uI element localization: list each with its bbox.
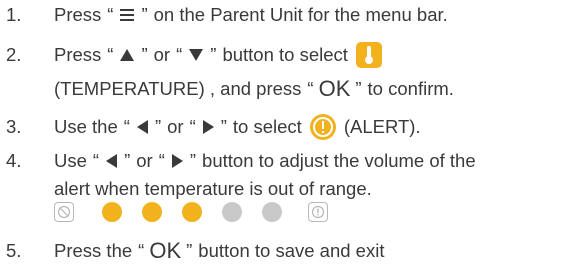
step-5: 5. Press the “ OK ” button to save and e… — [0, 236, 573, 266]
quote-close: ” — [141, 44, 148, 65]
or-text: or — [153, 44, 171, 65]
thermometer-icon — [355, 42, 382, 68]
quote-close: ” — [189, 150, 197, 171]
left-triangle-icon — [136, 120, 148, 134]
step-text: alert when temperature is out of range. — [54, 178, 372, 199]
volume-dot — [142, 202, 162, 222]
menu-icon — [120, 9, 135, 21]
or-text: or — [136, 150, 153, 171]
quote-close: ” — [154, 116, 162, 137]
quote-open: “ — [123, 116, 130, 137]
step-number: 5. — [6, 240, 22, 261]
step-text: Press — [54, 44, 102, 65]
step-4: 4. Use “ ” or “ ” button to adjust the v… — [0, 146, 573, 176]
right-triangle-icon — [171, 154, 183, 168]
quote-close: ” — [210, 44, 217, 65]
step-number: 1. — [6, 4, 22, 25]
left-triangle-icon — [106, 154, 118, 168]
step-number: 3. — [6, 116, 22, 137]
step-text: Press — [54, 4, 102, 25]
step-2: 2. Press “ ” or “ ” button to select — [0, 40, 573, 70]
step-text: button to select — [222, 44, 348, 65]
step-3: 3. Use the “ ” or “ ” to select (ALERT). — [0, 112, 573, 142]
quote-close: ” — [141, 4, 148, 25]
up-triangle-icon — [120, 49, 135, 61]
or-text: or — [167, 116, 184, 137]
volume-dot — [102, 202, 122, 222]
step-number: 2. — [6, 44, 22, 65]
quote-close: ” — [124, 150, 131, 171]
step-text: Press the — [54, 240, 133, 261]
step-text: button to adjust the volume of the — [202, 150, 476, 171]
ok-button-label: OK — [149, 238, 182, 263]
quote-open: “ — [158, 150, 165, 171]
alert-max-icon — [308, 202, 328, 222]
step-text: to confirm. — [367, 78, 454, 99]
quote-open: “ — [107, 44, 114, 65]
right-triangle-icon — [202, 120, 214, 134]
instruction-list: 1. Press “ ” on the Parent Unit for the … — [0, 0, 573, 268]
alert-icon — [309, 114, 336, 140]
ok-button-label: OK — [318, 76, 351, 101]
volume-dot — [182, 202, 202, 222]
step-text: Use — [54, 150, 87, 171]
quote-close: ” — [220, 116, 227, 137]
step-1: 1. Press “ ” on the Parent Unit for the … — [0, 0, 573, 30]
down-triangle-icon — [189, 49, 204, 61]
volume-dot — [262, 202, 282, 222]
volume-dot — [222, 202, 242, 222]
step-text: to select — [232, 116, 302, 137]
quote-open: “ — [189, 116, 196, 137]
quote-open: “ — [92, 150, 100, 171]
step-text: on the Parent Unit for the menu bar. — [153, 4, 448, 25]
step-text: Use the — [54, 116, 118, 137]
quote-open: “ — [307, 78, 314, 99]
step-number: 4. — [6, 150, 22, 171]
quote-close: ” — [186, 240, 193, 261]
quote-close: ” — [355, 78, 362, 99]
step-2-continued: (TEMPERATURE) , and press “ OK ” to conf… — [0, 74, 573, 104]
mute-icon — [54, 202, 74, 222]
quote-open: “ — [138, 240, 145, 261]
step-text: button to save and exit — [198, 240, 385, 261]
step-4-continued: alert when temperature is out of range. — [0, 174, 573, 204]
quote-open: “ — [107, 4, 114, 25]
step-text: (ALERT). — [343, 116, 421, 137]
step-text: (TEMPERATURE) , and press — [54, 78, 302, 99]
quote-open: “ — [176, 44, 183, 65]
